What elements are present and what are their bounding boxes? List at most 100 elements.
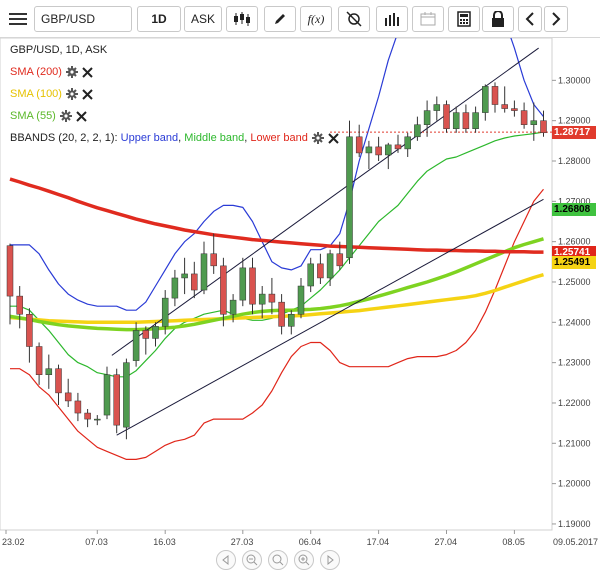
moving-averages: [9, 177, 545, 332]
candle-body: [220, 265, 227, 315]
pencil-icon: [275, 14, 285, 24]
zoom-in-icon: [298, 554, 310, 566]
bb-middle-line: [10, 131, 544, 378]
interval-selector[interactable]: 1D: [137, 6, 181, 32]
y-tick-label: 1.21000: [558, 438, 591, 448]
menu-button[interactable]: [4, 6, 32, 32]
lock-icon: [492, 11, 504, 27]
price-type-selector[interactable]: ASK: [184, 6, 222, 32]
gear-icon[interactable]: [59, 110, 72, 122]
candle-body: [258, 293, 266, 305]
candle-body: [462, 112, 470, 129]
legend-sma100: SMA (100): [10, 88, 93, 100]
chart-area[interactable]: 1.30000 1.29000 1.28000 1.27000 1.26000 1.250…: [0, 0, 600, 570]
candle-body: [423, 110, 431, 125]
candle-body: [268, 293, 276, 303]
candle-body: [64, 392, 72, 402]
pan-right-button[interactable]: [320, 550, 340, 570]
candle-body: [142, 330, 150, 339]
pan-left-button[interactable]: [216, 550, 236, 570]
y-tick-label: 1.19000: [558, 519, 591, 529]
candle-body: [200, 253, 208, 291]
candle-body: [84, 412, 91, 420]
calculator-icon: [457, 11, 471, 27]
close-icon[interactable]: [76, 110, 87, 122]
zoom-in-button[interactable]: [294, 550, 314, 570]
candle-body: [161, 297, 169, 327]
price-chart[interactable]: 1.300001.290001.280001.270001.260001.250…: [0, 0, 600, 551]
legend-title: GBP/USD, 1D, ASK: [10, 44, 107, 56]
candle-body: [404, 136, 411, 150]
candle-body: [239, 267, 247, 301]
gear-icon[interactable]: [65, 88, 78, 100]
candle-body: [375, 146, 382, 156]
volume-button[interactable]: [376, 6, 408, 32]
candle-body: [385, 144, 392, 156]
candle-body: [472, 112, 479, 129]
crosshair-icon: [346, 11, 362, 27]
lower-band-label: Lower band: [250, 132, 308, 144]
candle-body: [6, 245, 14, 297]
candle-body: [443, 104, 450, 129]
candle-body: [414, 124, 421, 138]
scroll-left-button[interactable]: [518, 6, 542, 32]
gear-icon[interactable]: [311, 132, 324, 144]
sma55-label: SMA (55): [10, 110, 56, 122]
gear-icon[interactable]: [65, 66, 78, 78]
lock-button[interactable]: [482, 6, 514, 32]
candle-body: [511, 108, 518, 111]
candle-body: [35, 346, 43, 375]
y-tick-label: 1.20000: [558, 479, 591, 489]
candle-body: [171, 277, 179, 299]
zoom-out-icon: [246, 554, 258, 566]
chevron-right-icon: [552, 12, 561, 26]
zoom-out-button[interactable]: [242, 550, 262, 570]
legend-sma200: SMA (200): [10, 66, 93, 78]
candle-body: [16, 295, 23, 315]
y-tick-label: 1.29000: [558, 116, 591, 126]
candle-body: [365, 146, 373, 154]
x-tick-label: 23.02: [2, 537, 25, 547]
candle-body: [307, 263, 314, 287]
draw-tool-button[interactable]: [264, 6, 296, 32]
x-axis: 23.02 07.03 16.03 27.03 06.04 17.04 27.04 08.05…: [2, 530, 598, 547]
candle-body: [530, 120, 538, 125]
chart-type-button[interactable]: [226, 6, 258, 32]
candle-body: [210, 253, 217, 267]
y-tick-label: 1.28000: [558, 156, 591, 166]
x-tick-label: 06.04: [299, 537, 322, 547]
triangle-right-icon: [327, 555, 334, 565]
indicators-button[interactable]: f(x): [300, 6, 332, 32]
candle-body: [452, 112, 460, 129]
candle-body: [501, 104, 508, 109]
y-axis: 1.300001.290001.280001.270001.260001.250…: [552, 75, 591, 529]
scroll-right-button[interactable]: [544, 6, 568, 32]
candle-body: [94, 418, 101, 421]
candle-body: [26, 313, 33, 347]
x-tick-label: 16.03: [153, 537, 176, 547]
close-icon[interactable]: [328, 132, 339, 144]
x-tick-label: 07.03: [85, 537, 108, 547]
bollinger-bands: [10, 0, 544, 460]
legend-sma55: SMA (55): [10, 110, 87, 122]
last-date-label: 09.05.2017: [553, 537, 598, 547]
settings-button[interactable]: [338, 6, 370, 32]
symbol-value: GBP/USD: [41, 12, 96, 26]
y-tick-label: 1.22000: [558, 398, 591, 408]
symbol-input[interactable]: GBP/USD: [34, 6, 132, 32]
chevron-left-icon: [525, 12, 534, 26]
candle-body: [132, 330, 140, 361]
x-tick-label: 08.05: [502, 537, 525, 547]
close-icon[interactable]: [82, 66, 93, 78]
hamburger-icon: [9, 13, 27, 25]
calculator-button[interactable]: [448, 6, 480, 32]
zoom-reset-button[interactable]: [268, 550, 288, 570]
candle-body: [394, 144, 402, 150]
candle-body: [326, 253, 334, 279]
bbands-prefix: BBANDS (20, 2, 2, 1):: [10, 132, 121, 144]
calendar-button[interactable]: [412, 6, 444, 32]
candle-body: [113, 374, 120, 426]
close-icon[interactable]: [82, 88, 93, 100]
bbands-label: BBANDS (20, 2, 2, 1): Upper band, Middle…: [10, 132, 308, 144]
price-type-value: ASK: [190, 12, 215, 26]
